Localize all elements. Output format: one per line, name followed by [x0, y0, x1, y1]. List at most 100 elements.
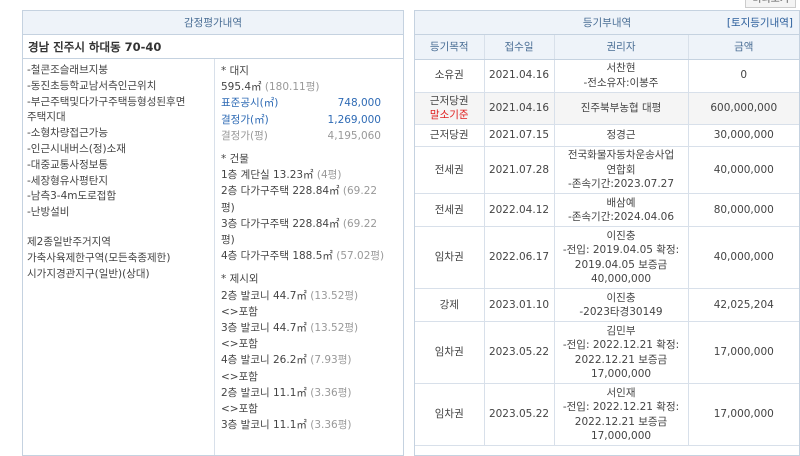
building-line-text: 평) [221, 201, 235, 214]
registry-title: 등기부내역 [582, 17, 632, 29]
building-line: 3층 다가구주택 228.84㎡ (69.22 [221, 216, 397, 232]
purpose-cell: 임차권 [415, 321, 485, 384]
holder-line: -전소유자:이봉주 [583, 76, 659, 89]
zoning-line: 시가지경관지구(일반)(상대) [27, 267, 150, 280]
registry-table: 등기목적 접수일 권리자 금액 소유권 2021.04.16 서찬현 -전소유자:이봉주 0 근… [415, 35, 799, 446]
purpose-cell: 근저당권 [415, 124, 485, 147]
purpose-text: 임차권 [434, 346, 464, 359]
holder-line: 40,000,000 [590, 273, 652, 285]
holder-line: -존속기간:2024.04.06 [567, 211, 675, 223]
extra-line-text: <>포함 [221, 370, 258, 383]
holder-line: 연합회 [606, 163, 636, 176]
holder-line: -전입: 2022.12.21 확정: [562, 401, 680, 413]
building-line: 평) [221, 232, 397, 248]
table-row: 임차권 2023.05.22 서인재 -전입: 2022.12.21 확정: 2022.… [415, 383, 799, 446]
feature-line: -동진초등학교남서측인근위치 [27, 79, 157, 92]
extra-line-sub: (3.36평) [310, 419, 352, 432]
extra-line: <>포함 [221, 336, 397, 352]
table-row: 전세권 2022.04.12 배삼예 -존속기간:2024.04.06 80,000,0… [415, 193, 799, 227]
feature-line: -남측3-4m도로접함 [27, 190, 117, 203]
feature-line: -대중교통사정보통 [27, 158, 109, 171]
table-row: 근저당권 말소기준 2021.04.16 진주북부농협 대평 600,000,000 [415, 92, 799, 125]
feature-line: -철콘조슬래브지붕 [27, 64, 109, 76]
purpose-text: 임차권 [434, 408, 464, 421]
feature-line: -세장형유사평탄지 [27, 174, 109, 187]
building-line-text: 3층 다가구주택 228.84㎡ [221, 217, 340, 230]
land-building-column: * 대지 595.4㎡ (180.11평) 표준공시(㎡) 748,000 결정… [215, 59, 403, 455]
purpose-text: 강제 [439, 298, 459, 311]
extra-line-text: 4층 발코니 26.2㎡ [221, 354, 307, 367]
building-heading: * 건물 [221, 153, 249, 166]
building-line-text: 평) [221, 234, 235, 247]
extra-line-text: <>포함 [221, 403, 258, 416]
feature-line: -인근시내버스(정)소재 [27, 142, 126, 155]
building-line: 4층 다가구주택 188.5㎡ (57.02평) [221, 248, 397, 264]
amount-cell: 600,000,000 [688, 92, 799, 125]
building-line-text: 2층 다가구주택 228.84㎡ [221, 185, 340, 198]
purpose-text: 전세권 [434, 203, 464, 216]
holder-cell: 배삼예 -존속기간:2024.04.06 [554, 193, 689, 227]
extra-line: <>포함 [221, 401, 397, 417]
amount-cell: 40,000,000 [688, 146, 799, 194]
holder-line: 17,000,000 [590, 368, 652, 380]
building-line: 2층 다가구주택 228.84㎡ (69.22 [221, 183, 397, 199]
holder-line: -전입: 2019.04.05 확정: [562, 244, 680, 256]
registry-header: 등기부내역 [토지등기내역] [415, 11, 799, 35]
holder-line: 전국화물자동차운송사업 [567, 149, 675, 161]
registry-panel: 등기부내역 [토지등기내역] 등기목적 접수일 권리자 금액 소유권 2021.04.1… [414, 10, 800, 456]
date-cell: 2022.04.12 [484, 193, 555, 227]
holder-cell: 정경근 [554, 124, 689, 147]
purpose-text: 임차권 [434, 251, 464, 264]
extra-line-sub: (13.52평) [310, 289, 359, 302]
land-heading: * 대지 [221, 65, 249, 77]
land-registry-link[interactable]: [토지등기내역] [727, 11, 793, 35]
date-cell: 2023.01.10 [484, 288, 555, 322]
holder-line: 2019.04.05 보증금 [574, 258, 668, 271]
feature-line: -난방설비 [27, 206, 70, 219]
table-row: 전세권 2021.07.28 전국화물자동차운송사업 연합회 -존속기간:2023.07… [415, 146, 799, 194]
amount-cell: 42,025,204 [688, 288, 799, 322]
zoning-line: 가축사육제한구역(모든축종제한) [27, 251, 171, 264]
date-cell: 2021.04.16 [484, 92, 555, 125]
column-header: 금액 [688, 35, 799, 60]
feature-line: -소형차량접근가능 [27, 127, 109, 140]
purpose-cell: 강제 [415, 288, 485, 322]
extra-line: 2층 발코니 44.7㎡ (13.52평) [221, 288, 397, 304]
holder-line: -존속기간:2023.07.27 [567, 178, 675, 190]
column-header: 등기목적 [415, 35, 485, 60]
holder-cell: 서인재 -전입: 2022.12.21 확정: 2022.12.21 보증금 17,0… [554, 383, 689, 446]
holder-cell: 김민부 -전입: 2022.12.21 확정: 2022.12.21 보증금 17,0… [554, 321, 689, 384]
preview-button[interactable]: 미리보기 [745, 0, 796, 8]
decided-price-row: 결정가(㎡) 1,269,000 [221, 113, 381, 126]
extra-line: <>포함 [221, 304, 397, 320]
extra-line-text: 2층 발코니 44.7㎡ [221, 289, 307, 302]
date-cell: 2023.05.22 [484, 383, 555, 446]
amount-cell: 0 [688, 59, 799, 93]
decided-pyeong-row: 결정가(평) 4,195,060 [221, 129, 381, 142]
features-column: -철콘조슬래브지붕 -동진초등학교남서측인근위치 -부근주택및다가구주택등형성된후면… [23, 59, 215, 455]
holder-cell: 이진충 -전입: 2019.04.05 확정: 2019.04.05 보증금 40,0… [554, 226, 689, 289]
amount-cell: 17,000,000 [688, 321, 799, 384]
date-cell: 2023.05.22 [484, 321, 555, 384]
extra-line: 2층 발코니 11.1㎡ (3.36평) [221, 385, 397, 401]
holder-line: 서찬현 [606, 62, 636, 74]
holder-cell: 이진충 -2023타경30149 [554, 288, 689, 322]
building-line-sub: (69.22 [342, 185, 378, 198]
holder-cell: 전국화물자동차운송사업연합회 -존속기간:2023.07.27 [554, 146, 689, 194]
purpose-cell: 임차권 [415, 383, 485, 446]
amount-cell: 80,000,000 [688, 193, 799, 227]
building-line: 1층 계단실 13.23㎡ (4평) [221, 167, 397, 183]
zoning-line: 제2종일반주거지역 [27, 235, 111, 248]
building-line-text: 1층 계단실 13.23㎡ [221, 169, 314, 182]
date-cell: 2021.07.15 [484, 124, 555, 147]
purpose-cell: 소유권 [415, 59, 485, 93]
holder-line: 서인재 [606, 386, 636, 399]
feature-line: 주택지대 [27, 111, 66, 124]
extra-line-text: 2층 발코니 11.1㎡ [221, 386, 307, 399]
appraisal-header: 감정평가내역 [23, 11, 403, 35]
holder-line: 배삼예 [606, 196, 636, 209]
table-row: 임차권 2023.05.22 김민부 -전입: 2022.12.21 확정: 2022.… [415, 321, 799, 384]
appraisal-panel: 감정평가내역 경남 진주시 하대동 70-40 -철콘조슬래브지붕 -동진초등학교… [22, 10, 404, 456]
holder-cell: 서찬현 -전소유자:이봉주 [554, 59, 689, 93]
purpose-cell: 임차권 [415, 226, 485, 289]
